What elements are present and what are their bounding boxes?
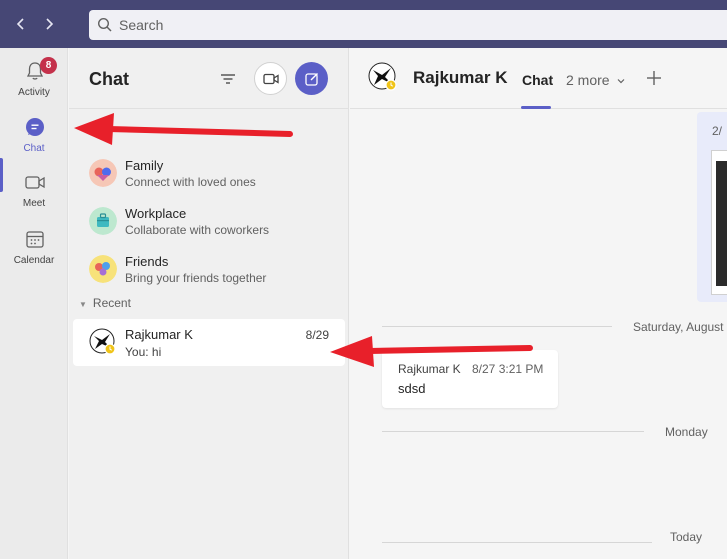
family-avatar-icon bbox=[89, 159, 117, 187]
community-workplace[interactable]: Workplace Collaborate with coworkers bbox=[69, 199, 349, 247]
community-description: Connect with loved ones bbox=[125, 175, 256, 189]
recent-label: Recent bbox=[92, 296, 131, 310]
activity-badge: 8 bbox=[40, 57, 57, 74]
message-text: sdsd bbox=[398, 381, 426, 396]
compose-icon bbox=[304, 72, 318, 86]
date-divider-saturday: Saturday, August bbox=[633, 320, 724, 334]
chat-list-item[interactable]: Rajkumar K 8/29 You: hi bbox=[73, 319, 345, 366]
tab-chat[interactable]: Chat bbox=[522, 72, 553, 88]
rail-label-meet: Meet bbox=[22, 198, 46, 209]
meet-now-button[interactable] bbox=[254, 62, 287, 95]
filter-button[interactable] bbox=[217, 68, 239, 90]
filter-icon bbox=[221, 74, 235, 84]
rail-item-calendar[interactable]: Calendar bbox=[0, 220, 68, 276]
rail-item-activity[interactable]: 8 Activity bbox=[0, 52, 68, 108]
more-tabs-dropdown[interactable]: 2 more bbox=[566, 72, 626, 88]
rail-label-calendar: Calendar bbox=[13, 255, 55, 266]
community-family[interactable]: Family Connect with loved ones bbox=[69, 151, 349, 199]
video-camera-icon bbox=[262, 73, 279, 84]
chevron-right-icon bbox=[46, 18, 54, 30]
message-thread: 2/ Saturday, August Rajkumar K 8/27 3:21… bbox=[350, 110, 727, 559]
briefcase-avatar-icon bbox=[89, 207, 117, 235]
chat-item-preview: You: hi bbox=[125, 345, 162, 359]
date-divider-line bbox=[382, 326, 612, 327]
back-button[interactable] bbox=[10, 12, 32, 36]
date-divider-today: Today bbox=[670, 530, 703, 544]
date-divider-monday: Monday bbox=[665, 425, 708, 439]
chat-icon bbox=[26, 118, 44, 136]
date-divider-line bbox=[382, 431, 644, 432]
date-divider-line bbox=[382, 542, 652, 543]
conversation-header: Rajkumar K Chat 2 more bbox=[350, 48, 727, 109]
chevron-left-icon bbox=[16, 18, 24, 30]
active-tab-indicator bbox=[521, 106, 551, 109]
community-friends[interactable]: Friends Bring your friends together bbox=[69, 247, 349, 295]
rail-label-chat: Chat bbox=[23, 143, 45, 154]
app-rail: 8 Activity Chat Meet Calendar bbox=[0, 48, 68, 559]
message-card[interactable]: Rajkumar K 8/27 3:21 PM sdsd bbox=[382, 350, 558, 408]
message-time: 8/27 3:21 PM bbox=[472, 362, 544, 376]
image-content bbox=[716, 161, 727, 286]
page-title: Chat bbox=[89, 69, 129, 89]
rail-item-meet[interactable]: Meet bbox=[0, 163, 68, 219]
image-thumbnail[interactable] bbox=[711, 150, 727, 295]
forward-button[interactable] bbox=[38, 12, 60, 36]
contact-avatar-icon[interactable] bbox=[368, 62, 398, 92]
add-tab-button[interactable] bbox=[646, 66, 662, 92]
search-icon bbox=[97, 17, 112, 32]
community-name: Family bbox=[125, 158, 164, 173]
contact-name[interactable]: Rajkumar K bbox=[413, 68, 507, 88]
image-message-date: 2/ bbox=[712, 124, 723, 138]
title-bar: Search bbox=[0, 0, 727, 48]
calendar-icon bbox=[26, 231, 44, 248]
recent-section-toggle[interactable]: ▼ Recent bbox=[79, 296, 131, 310]
search-placeholder: Search bbox=[119, 17, 164, 33]
message-author: Rajkumar K bbox=[398, 362, 461, 376]
community-name: Friends bbox=[125, 254, 169, 269]
community-description: Bring your friends together bbox=[125, 271, 267, 285]
video-camera-icon bbox=[25, 176, 45, 189]
new-chat-button[interactable] bbox=[295, 62, 328, 95]
chat-list-header: Chat bbox=[69, 48, 349, 109]
image-message[interactable]: 2/ bbox=[697, 112, 727, 302]
chat-item-name: Rajkumar K bbox=[125, 327, 193, 342]
chat-item-date: 8/29 bbox=[305, 328, 329, 342]
plus-icon bbox=[647, 71, 661, 85]
chevron-down-icon: ▼ bbox=[79, 300, 87, 309]
rail-label-activity: Activity bbox=[18, 87, 50, 98]
search-input[interactable]: Search bbox=[89, 10, 727, 40]
balloons-avatar-icon bbox=[89, 255, 117, 283]
chevron-down-icon bbox=[618, 79, 625, 84]
rail-item-chat[interactable]: Chat bbox=[0, 108, 68, 164]
contact-avatar-icon bbox=[89, 328, 116, 355]
chat-list-pane: Chat Family Connect with loved ones Work… bbox=[69, 48, 349, 559]
community-description: Collaborate with coworkers bbox=[125, 223, 270, 237]
community-name: Workplace bbox=[125, 206, 187, 221]
more-tabs-label: 2 more bbox=[566, 72, 610, 88]
